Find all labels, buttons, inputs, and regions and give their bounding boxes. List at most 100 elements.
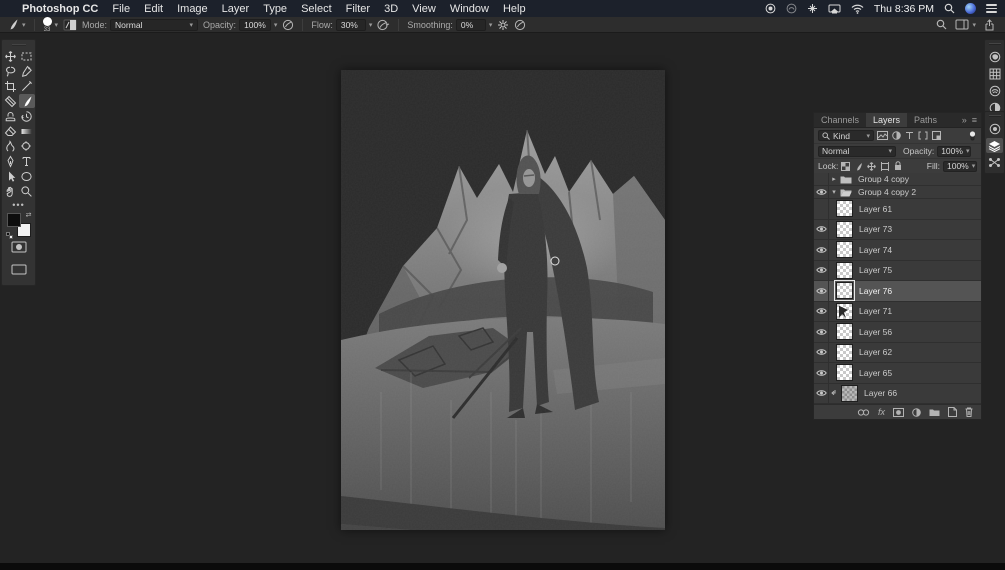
lock-artboard-icon[interactable] (880, 161, 890, 171)
tab-channels[interactable]: Channels (814, 113, 866, 127)
menu-item-help[interactable]: Help (503, 3, 526, 15)
menu-item-type[interactable]: Type (263, 3, 287, 15)
visibility-eye-icon[interactable] (814, 342, 829, 362)
menu-bar-clock[interactable]: Thu 8:36 PM (874, 3, 934, 15)
add-layer-mask-icon[interactable] (893, 407, 904, 417)
link-layers-icon[interactable] (857, 408, 870, 416)
layer-thumbnail[interactable] (836, 200, 853, 218)
display-mirroring-icon[interactable] (828, 4, 841, 14)
layers-panel-icon[interactable] (986, 138, 1003, 153)
delete-layer-icon[interactable] (965, 407, 973, 417)
layer-opacity-input[interactable]: 100% ▾ (937, 145, 972, 157)
palette-grip[interactable] (11, 44, 26, 46)
menu-item-file[interactable]: File (112, 3, 130, 15)
layer-name[interactable]: Layer 65 (859, 368, 892, 378)
notification-center-icon[interactable] (986, 4, 997, 13)
workspace-switcher[interactable]: ▾ (955, 19, 976, 30)
layer-row-layer-75[interactable]: Layer 75 (814, 260, 981, 281)
layer-thumbnail[interactable] (836, 343, 853, 361)
chevron-down-icon[interactable]: ▾ (274, 21, 278, 29)
layer-row-layer-62[interactable]: Layer 62 (814, 342, 981, 363)
layer-thumbnail[interactable] (836, 261, 853, 279)
spot-healing-tool[interactable] (3, 94, 19, 108)
layer-row-layer-56[interactable]: Layer 56 (814, 322, 981, 343)
tab-paths[interactable]: Paths (907, 113, 944, 127)
layer-thumbnail[interactable] (841, 384, 858, 402)
lock-transparency-icon[interactable] (841, 161, 851, 171)
chevron-down-icon[interactable]: ▾ (369, 21, 373, 29)
visibility-toggle-empty[interactable] (814, 199, 829, 219)
layer-name[interactable]: Layer 62 (859, 347, 892, 357)
layer-name[interactable]: Layer 75 (859, 265, 892, 275)
group-expand-arrow[interactable]: ▸ (829, 175, 839, 183)
pen-tool[interactable] (3, 154, 19, 168)
libraries-panel-icon[interactable] (986, 121, 1003, 136)
visibility-toggle-empty[interactable] (814, 173, 829, 185)
quick-selection-tool[interactable] (19, 64, 35, 78)
type-tool[interactable] (19, 154, 35, 168)
crop-tool[interactable] (3, 79, 19, 93)
opacity-pressure-toggle[interactable] (282, 19, 294, 31)
quick-mask-button[interactable] (11, 240, 27, 258)
layer-fill-input[interactable]: 100% ▾ (943, 160, 977, 172)
layer-thumbnail[interactable] (836, 220, 853, 238)
chevron-down-icon[interactable]: ▾ (489, 21, 493, 29)
brush-preset-picker[interactable]: 33 ▾ (42, 16, 58, 33)
edit-toolbar-ellipsis[interactable]: ••• (2, 201, 35, 210)
app-menu-title[interactable]: Photoshop CC (22, 3, 98, 15)
filter-adjustment-layers-icon[interactable] (892, 131, 901, 140)
document-canvas[interactable] (341, 70, 665, 530)
history-brush-tool[interactable] (19, 109, 35, 123)
screen-record-icon[interactable] (765, 3, 776, 14)
swatches-panel-icon[interactable] (986, 66, 1003, 81)
layer-thumbnail[interactable] (834, 280, 855, 302)
zoom-tool[interactable] (19, 184, 35, 198)
lock-all-icon[interactable] (894, 161, 902, 171)
layer-thumbnail[interactable] (836, 323, 853, 341)
layer-row-layer-71[interactable]: Layer 71 (814, 301, 981, 322)
filter-toggle-switch[interactable] (968, 130, 977, 141)
default-colors-icon[interactable] (5, 232, 13, 239)
swap-colors-icon[interactable]: ⇄ (26, 211, 32, 219)
search-icon[interactable] (936, 19, 947, 30)
flow-input[interactable]: 30% (335, 18, 366, 31)
camera-status-icon[interactable] (786, 3, 797, 14)
visibility-eye-icon[interactable] (814, 322, 829, 342)
screen-mode-button[interactable] (11, 262, 27, 280)
siri-icon[interactable] (965, 3, 976, 14)
group-collapse-arrow[interactable]: ▾ (829, 188, 839, 196)
layer-name[interactable]: Group 4 copy 2 (858, 187, 916, 197)
menu-item-view[interactable]: View (412, 3, 436, 15)
visibility-eye-icon[interactable] (814, 363, 829, 383)
tool-preset-picker[interactable]: ▾ (6, 18, 26, 31)
panel-menu-icon[interactable]: ≡ (972, 115, 977, 125)
layer-name[interactable]: Layer 66 (864, 388, 897, 398)
ellipse-tool[interactable] (19, 169, 35, 183)
lock-pixels-icon[interactable] (854, 162, 863, 171)
layer-row-layer-65[interactable]: Layer 65 (814, 363, 981, 384)
layer-style-fx-icon[interactable]: fx (878, 407, 885, 417)
visibility-eye-icon[interactable] (814, 301, 829, 321)
wifi-icon[interactable] (851, 4, 864, 14)
visibility-eye-icon[interactable] (814, 240, 829, 260)
group-row-group-4-copy[interactable]: ▸ Group 4 copy (814, 173, 981, 186)
marquee-tool[interactable] (19, 49, 35, 63)
path-selection-tool[interactable] (3, 169, 19, 183)
character-panel-icon[interactable] (986, 155, 1003, 170)
new-layer-icon[interactable] (948, 407, 957, 417)
layer-name[interactable]: Layer 71 (859, 306, 892, 316)
smudge-tool[interactable] (3, 139, 19, 153)
layer-thumbnail[interactable] (836, 364, 853, 382)
filter-type-layers-icon[interactable] (905, 131, 914, 140)
share-icon[interactable] (984, 18, 995, 31)
layer-thumbnail[interactable] (836, 241, 853, 259)
filter-shape-layers-icon[interactable] (918, 131, 928, 140)
group-row-group-4-copy-2[interactable]: ▾ Group 4 copy 2 (814, 186, 981, 199)
mode-select[interactable]: Normal ▾ (110, 18, 199, 31)
filter-smart-objects-icon[interactable] (932, 131, 941, 140)
layer-row-layer-73[interactable]: Layer 73 (814, 219, 981, 240)
menu-item-edit[interactable]: Edit (144, 3, 163, 15)
opacity-input[interactable]: 100% (239, 18, 271, 31)
menu-item-layer[interactable]: Layer (222, 3, 250, 15)
hand-tool[interactable] (3, 184, 19, 198)
